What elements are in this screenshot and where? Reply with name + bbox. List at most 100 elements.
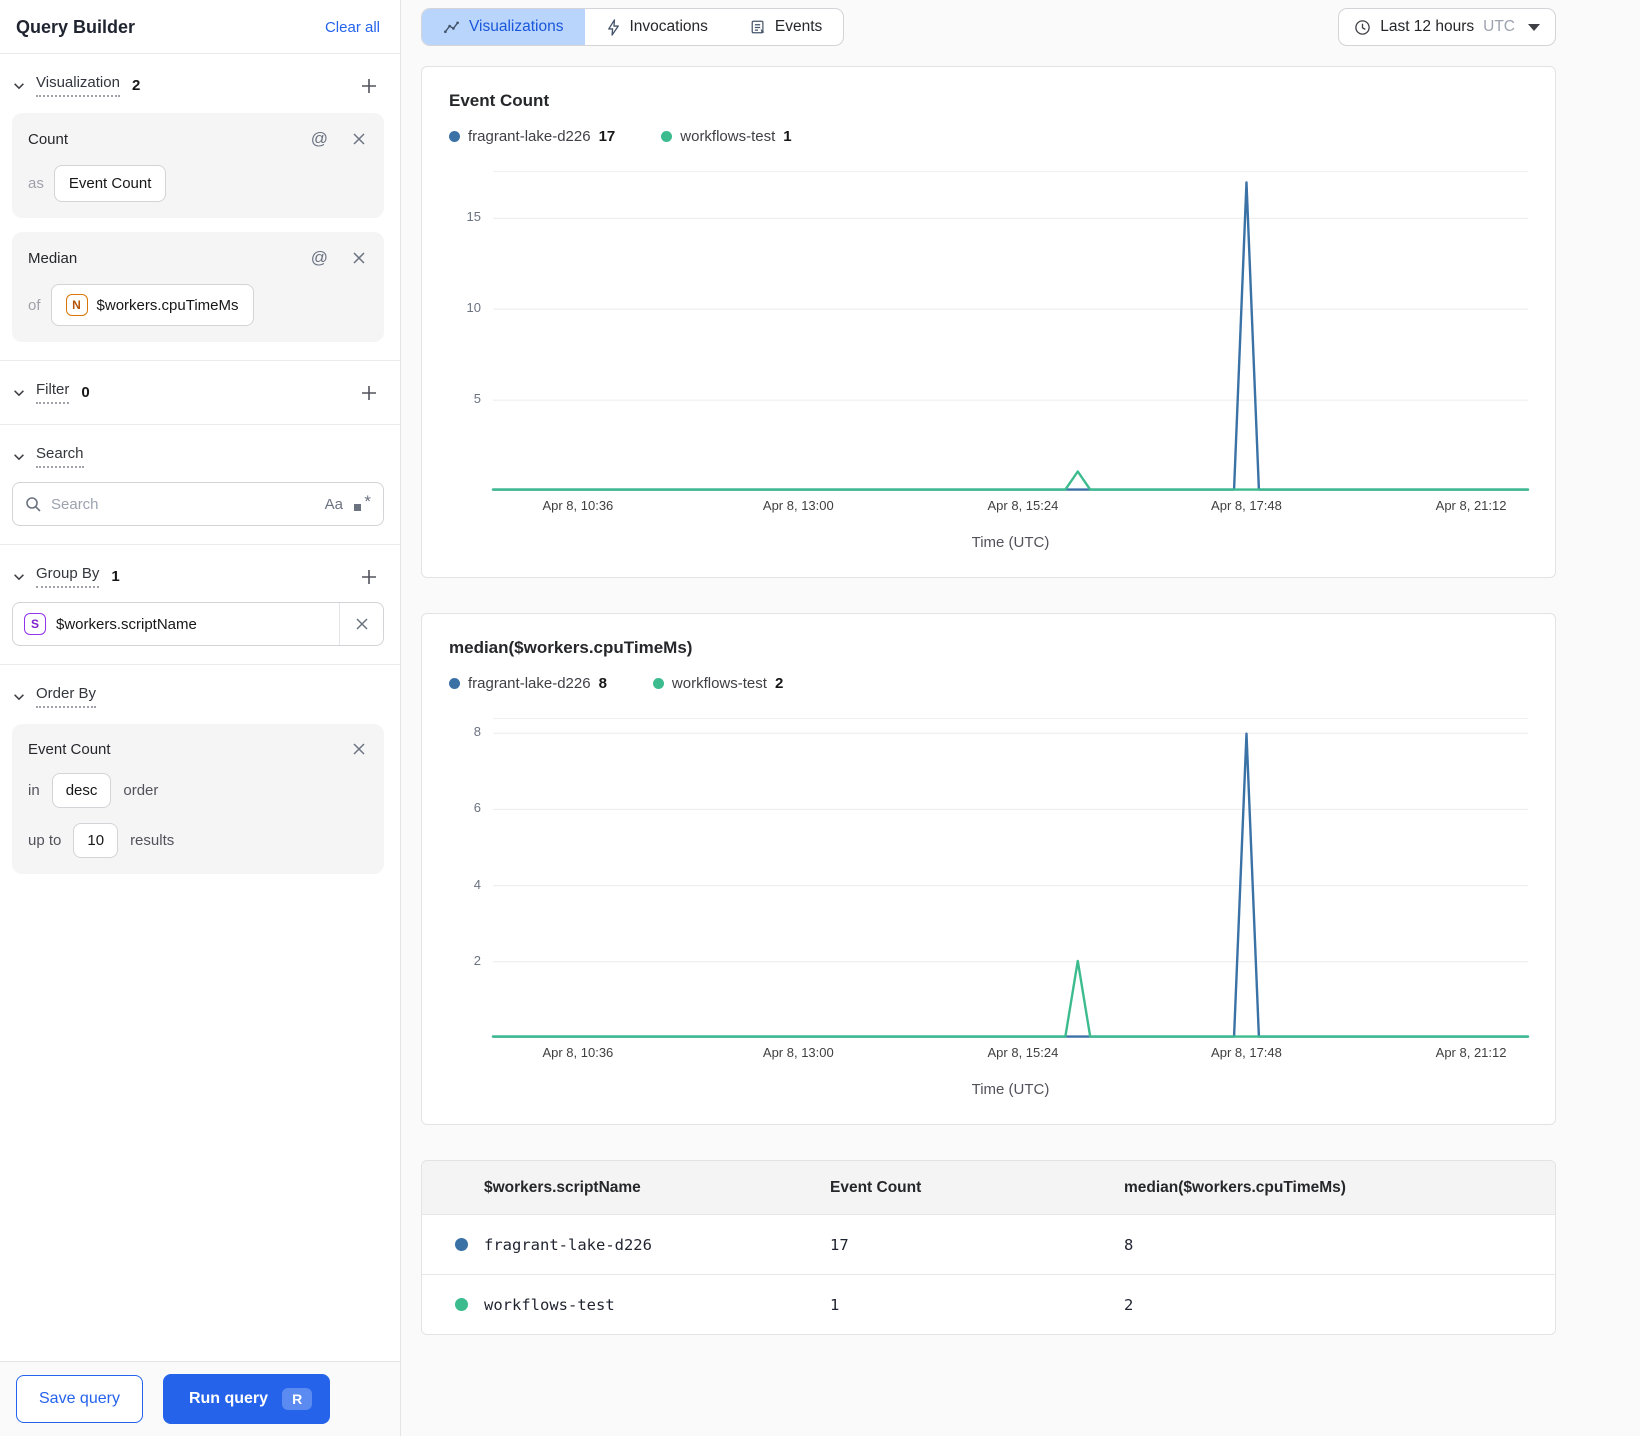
section-filter-count: 0 [81,384,90,401]
match-case-icon[interactable]: Aa [325,496,343,513]
legend-series-value: 8 [598,675,607,692]
lightning-icon [606,18,621,36]
alias-value-box[interactable]: Event Count [53,165,167,202]
field-selector-box[interactable]: N $workers.cpuTimeMs [50,284,254,326]
of-label: of [28,296,41,314]
sidebar-footer: Save query Run query R [0,1361,400,1436]
tab-label: Events [774,18,823,35]
visualization-card-title: Median [28,249,78,267]
chart-legend: fragrant-lake-d226 8 workflows-test 2 [449,675,1528,692]
clear-all-link[interactable]: Clear all [325,19,380,36]
y-tick-label: 10 [466,300,481,316]
topbar: Visualizations Invocations Events Last 1… [421,8,1556,46]
chart-title: median($workers.cpuTimeMs) [449,638,693,657]
remove-visualization-button[interactable] [350,130,368,148]
table-column-header: Event Count [830,1178,922,1196]
up-to-label: up to [28,832,62,849]
series-line [493,472,1528,490]
tab-invocations[interactable]: Invocations [585,9,729,45]
section-group-by-label: Group By [36,565,100,588]
table-cell: 2 [1124,1295,1134,1314]
legend-item[interactable]: fragrant-lake-d226 8 [449,675,607,692]
alias-button[interactable]: @ [311,129,328,149]
plot-area [493,171,1528,491]
chevron-down-icon[interactable] [12,690,26,704]
table-cell: 1 [830,1295,840,1314]
x-axis-title: Time (UTC) [971,1081,1050,1098]
order-label: order [123,782,159,799]
direction-selector[interactable]: desc [51,773,112,808]
y-tick-label: 8 [473,724,481,740]
run-query-button[interactable]: Run query R [162,1374,331,1424]
legend-series-value: 17 [598,128,616,145]
section-group-by: Group By 1 S $workers.scriptName [0,545,400,665]
search-input[interactable] [51,495,315,513]
chevron-down-icon[interactable] [12,386,26,400]
section-order-by: Order By Event Count in desc order up to… [0,665,400,892]
legend-series-name: fragrant-lake-d226 [468,128,591,145]
plus-icon [362,569,376,584]
add-group-by-button[interactable] [358,566,380,588]
time-range-button[interactable]: Last 12 hours UTC [1338,8,1556,46]
table-row[interactable]: workflows-test 1 2 [422,1274,1555,1334]
x-tick-label: Apr 8, 17:48 [1211,1045,1282,1060]
x-tick-label: Apr 8, 15:24 [987,498,1059,513]
table-header-row: $workers.scriptName Event Count median($wo… [422,1161,1555,1214]
table-column-header: median($workers.cpuTimeMs) [1124,1178,1346,1196]
results-table-card: $workers.scriptName Event Count median($wo… [421,1160,1556,1335]
section-visualization-label: Visualization [36,74,120,97]
section-filter: Filter 0 [0,361,400,425]
table-row[interactable]: fragrant-lake-d226 17 8 [422,1214,1555,1274]
x-tick-label: Apr 8, 21:12 [1435,1045,1507,1060]
close-icon [353,743,365,755]
chevron-down-icon[interactable] [12,450,26,464]
results-table: $workers.scriptName Event Count median($wo… [422,1161,1555,1334]
remove-group-by-button[interactable] [339,603,383,645]
run-shortcut-badge: R [282,1388,313,1410]
legend-series-value: 2 [774,675,784,692]
legend-item[interactable]: workflows-test 2 [652,675,784,692]
x-tick-label: Apr 8, 10:36 [542,1045,614,1060]
alias-button[interactable]: @ [311,248,328,268]
limit-input[interactable]: 10 [73,823,119,858]
regex-square [354,504,361,511]
results-label: results [130,832,175,849]
legend-item[interactable]: workflows-test 1 [661,128,792,145]
line-chart: 5 10 15 Apr 8, 10:36 Apr 8, 13:00 Apr 8, 15:2… [449,171,1528,551]
view-tabs: Visualizations Invocations Events [421,8,845,46]
x-axis-title: Time (UTC) [971,534,1050,551]
chevron-down-icon[interactable] [12,570,26,584]
clock-icon [1355,19,1370,35]
add-visualization-button[interactable] [358,75,380,97]
query-builder-sidebar: Query Builder Clear all Visualization 2 … [0,0,401,1436]
legend-series-name: fragrant-lake-d226 [468,675,591,692]
save-query-button[interactable]: Save query [16,1375,143,1423]
main-content: Visualizations Invocations Events Last 1… [401,0,1640,1436]
x-tick-label: Apr 8, 17:48 [1211,498,1282,513]
sidebar-header: Query Builder Clear all [0,0,400,54]
series-line [493,961,1528,1037]
line-chart: 2 4 6 8 Apr 8, 10:36 Apr 8, 13:00 Apr 8, 15:24… [449,718,1528,1098]
table-cell: 8 [1124,1235,1134,1254]
regex-icon[interactable]: * [353,492,371,513]
y-tick-label: 6 [473,800,481,816]
add-filter-button[interactable] [358,382,380,404]
remove-visualization-button[interactable] [350,249,368,267]
tab-visualizations[interactable]: Visualizations [422,9,585,45]
chart-legend: fragrant-lake-d226 17 workflows-test 1 [449,128,1528,145]
plus-icon [362,385,376,400]
as-label: as [28,175,44,192]
sidebar-scroll-area: Visualization 2 Count @ as Event Count M… [0,54,400,1361]
series-line [493,182,1528,489]
app-root: Query Builder Clear all Visualization 2 … [0,0,1640,1436]
remove-order-by-button[interactable] [350,740,368,758]
caret-down-icon [1528,23,1540,31]
order-by-field: Event Count [28,740,111,758]
chart-card-median-cputime: median($workers.cpuTimeMs) fragrant-lake… [421,613,1556,1125]
table-cell: 17 [830,1235,849,1254]
group-by-item[interactable]: S $workers.scriptName [12,602,384,646]
legend-item[interactable]: fragrant-lake-d226 17 [449,128,615,145]
plot-area [493,718,1528,1038]
chevron-down-icon[interactable] [12,79,26,93]
tab-events[interactable]: Events [729,9,843,45]
